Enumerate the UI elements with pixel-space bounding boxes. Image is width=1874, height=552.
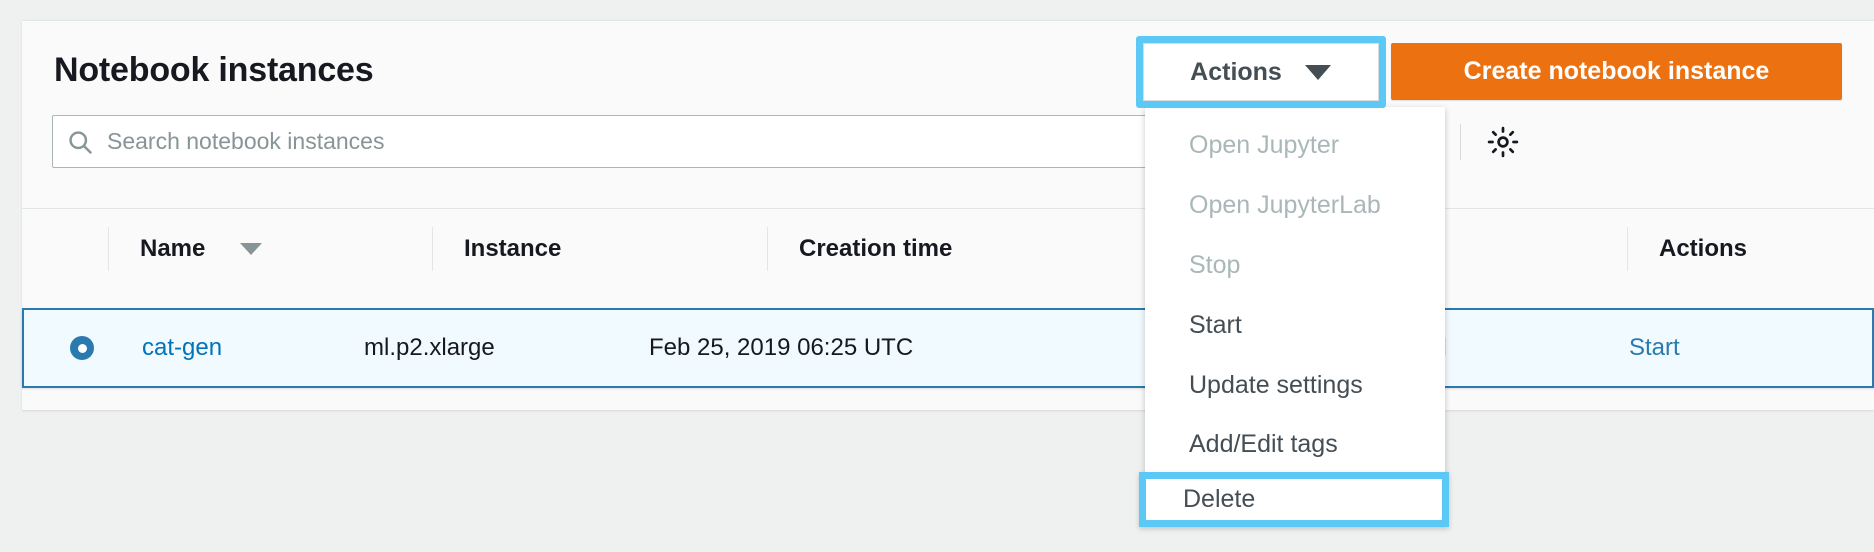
cell-instance: ml.p2.xlarge: [364, 334, 495, 361]
column-header-label: Name: [140, 235, 206, 262]
menu-item-add-edit-tags[interactable]: Add/Edit tags: [1145, 415, 1445, 473]
menu-item-stop: Stop: [1189, 250, 1241, 279]
menu-item-delete-highlight[interactable]: Delete: [1139, 472, 1449, 527]
actions-button-highlight: Actions: [1136, 36, 1386, 108]
pagination-divider: [1460, 124, 1461, 160]
radio-selected-icon[interactable]: [70, 336, 94, 360]
column-header-instance[interactable]: Instance: [432, 209, 561, 289]
actions-dropdown-menu: Open Jupyter Open JupyterLab Stop Start …: [1145, 107, 1445, 483]
column-divider: [432, 227, 433, 271]
actions-button[interactable]: Actions: [1143, 43, 1379, 101]
caret-down-icon: [1304, 64, 1332, 81]
search-icon: [53, 128, 107, 156]
table-row[interactable]: cat-gen ml.p2.xlarge Feb 25, 2019 06:25 …: [22, 308, 1874, 388]
search-box[interactable]: [52, 115, 1274, 168]
menu-item-open-jupyterlab: Open JupyterLab: [1189, 190, 1381, 219]
menu-item-open-jupyter: Open Jupyter: [1189, 130, 1340, 159]
column-header-label: Instance: [464, 235, 562, 262]
gear-icon[interactable]: [1481, 120, 1525, 164]
create-notebook-instance-button[interactable]: Create notebook instance: [1391, 43, 1842, 100]
menu-item-update-settings[interactable]: Update settings: [1145, 355, 1445, 415]
screen-root: Notebook instances 1: [0, 0, 1874, 552]
actions-button-label: Actions: [1190, 57, 1282, 86]
column-header-label: Actions: [1659, 235, 1748, 262]
column-header-label: Creation time: [799, 235, 953, 262]
menu-item-delete-label: Delete: [1183, 485, 1256, 513]
search-input[interactable]: [107, 116, 1273, 167]
column-header-name[interactable]: Name: [108, 209, 263, 289]
table-header-row: Name Instance Creation time Actions: [22, 208, 1874, 288]
menu-item-start[interactable]: Start: [1145, 295, 1445, 355]
column-divider: [1627, 227, 1628, 271]
column-header-creation-time[interactable]: Creation time: [767, 209, 952, 289]
column-divider: [108, 227, 109, 271]
row-radio[interactable]: [70, 310, 94, 386]
caret-down-icon[interactable]: [239, 242, 263, 256]
column-divider: [767, 227, 768, 271]
page-title: Notebook instances: [54, 51, 374, 89]
column-header-actions: Actions: [1627, 209, 1747, 289]
cell-name[interactable]: cat-gen: [142, 310, 222, 386]
cell-action-start[interactable]: Start: [1629, 310, 1680, 386]
cell-creation-time: Feb 25, 2019 06:25 UTC: [649, 334, 914, 361]
